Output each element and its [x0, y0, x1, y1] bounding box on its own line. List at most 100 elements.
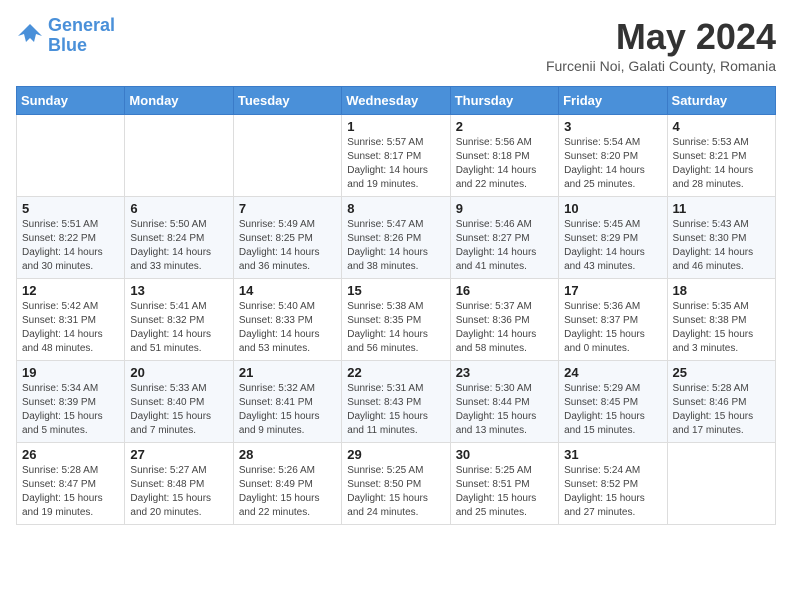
day-number: 4	[673, 119, 770, 134]
calendar-table: Sunday Monday Tuesday Wednesday Thursday…	[16, 86, 776, 525]
day-number: 2	[456, 119, 553, 134]
day-number: 12	[22, 283, 119, 298]
day-number: 7	[239, 201, 336, 216]
col-wednesday: Wednesday	[342, 87, 450, 115]
calendar-cell	[125, 115, 233, 197]
calendar-week-row-1: 1Sunrise: 5:57 AM Sunset: 8:17 PM Daylig…	[17, 115, 776, 197]
day-info: Sunrise: 5:45 AM Sunset: 8:29 PM Dayligh…	[564, 218, 661, 274]
col-saturday: Saturday	[667, 87, 775, 115]
day-info: Sunrise: 5:30 AM Sunset: 8:44 PM Dayligh…	[456, 382, 553, 438]
day-number: 26	[22, 447, 119, 462]
calendar-cell: 12Sunrise: 5:42 AM Sunset: 8:31 PM Dayli…	[17, 279, 125, 361]
day-info: Sunrise: 5:56 AM Sunset: 8:18 PM Dayligh…	[456, 136, 553, 192]
logo-icon	[16, 22, 44, 50]
day-info: Sunrise: 5:46 AM Sunset: 8:27 PM Dayligh…	[456, 218, 553, 274]
day-number: 24	[564, 365, 661, 380]
day-info: Sunrise: 5:36 AM Sunset: 8:37 PM Dayligh…	[564, 300, 661, 356]
logo-text: General Blue	[48, 16, 115, 56]
day-number: 20	[130, 365, 227, 380]
calendar-week-row-4: 19Sunrise: 5:34 AM Sunset: 8:39 PM Dayli…	[17, 361, 776, 443]
col-thursday: Thursday	[450, 87, 558, 115]
calendar-cell: 10 Sunrise: 5:45 AM Sunset: 8:29 PM Dayli…	[559, 197, 667, 279]
day-info: Sunrise: 5:49 AM Sunset: 8:25 PM Dayligh…	[239, 218, 336, 274]
day-info: Sunrise: 5:27 AM Sunset: 8:48 PM Dayligh…	[130, 464, 227, 520]
calendar-cell: 22 Sunrise: 5:31 AM Sunset: 8:43 PM Dayli…	[342, 361, 450, 443]
calendar-cell: 2 Sunrise: 5:56 AM Sunset: 8:18 PM Daylig…	[450, 115, 558, 197]
calendar-cell: 19Sunrise: 5:34 AM Sunset: 8:39 PM Dayli…	[17, 361, 125, 443]
col-tuesday: Tuesday	[233, 87, 341, 115]
day-info: Sunrise: 5:50 AM Sunset: 8:24 PM Dayligh…	[130, 218, 227, 274]
location-subtitle: Furcenii Noi, Galati County, Romania	[546, 58, 776, 74]
title-block: May 2024 Furcenii Noi, Galati County, Ro…	[546, 16, 776, 74]
calendar-week-row-5: 26 Sunrise: 5:28 AM Sunset: 8:47 PM Dayli…	[17, 443, 776, 525]
day-number: 22	[347, 365, 444, 380]
calendar-cell: 29Sunrise: 5:25 AM Sunset: 8:50 PM Dayli…	[342, 443, 450, 525]
logo-line1: General	[48, 15, 115, 35]
day-number: 31	[564, 447, 661, 462]
calendar-cell: 27 Sunrise: 5:27 AM Sunset: 8:48 PM Dayli…	[125, 443, 233, 525]
day-number: 5	[22, 201, 119, 216]
day-number: 28	[239, 447, 336, 462]
col-sunday: Sunday	[17, 87, 125, 115]
calendar-cell: 18Sunrise: 5:35 AM Sunset: 8:38 PM Dayli…	[667, 279, 775, 361]
day-number: 17	[564, 283, 661, 298]
day-info: Sunrise: 5:41 AM Sunset: 8:32 PM Dayligh…	[130, 300, 227, 356]
calendar-cell: 15 Sunrise: 5:38 AM Sunset: 8:35 PM Dayli…	[342, 279, 450, 361]
calendar-cell: 9Sunrise: 5:46 AM Sunset: 8:27 PM Daylig…	[450, 197, 558, 279]
month-title: May 2024	[546, 16, 776, 58]
calendar-cell: 7 Sunrise: 5:49 AM Sunset: 8:25 PM Daylig…	[233, 197, 341, 279]
day-info: Sunrise: 5:40 AM Sunset: 8:33 PM Dayligh…	[239, 300, 336, 356]
day-info: Sunrise: 5:32 AM Sunset: 8:41 PM Dayligh…	[239, 382, 336, 438]
calendar-cell: 4 Sunrise: 5:53 AM Sunset: 8:21 PM Daylig…	[667, 115, 775, 197]
day-number: 16	[456, 283, 553, 298]
calendar-cell: 3Sunrise: 5:54 AM Sunset: 8:20 PM Daylig…	[559, 115, 667, 197]
page-header: General Blue May 2024 Furcenii Noi, Gala…	[16, 16, 776, 74]
calendar-cell: 14 Sunrise: 5:40 AM Sunset: 8:33 PM Dayli…	[233, 279, 341, 361]
day-info: Sunrise: 5:53 AM Sunset: 8:21 PM Dayligh…	[673, 136, 770, 192]
day-number: 8	[347, 201, 444, 216]
day-number: 1	[347, 119, 444, 134]
day-number: 11	[673, 201, 770, 216]
day-number: 3	[564, 119, 661, 134]
day-number: 30	[456, 447, 553, 462]
day-info: Sunrise: 5:35 AM Sunset: 8:38 PM Dayligh…	[673, 300, 770, 356]
day-number: 13	[130, 283, 227, 298]
day-info: Sunrise: 5:28 AM Sunset: 8:47 PM Dayligh…	[22, 464, 119, 520]
calendar-cell: 17 Sunrise: 5:36 AM Sunset: 8:37 PM Dayli…	[559, 279, 667, 361]
calendar-cell	[667, 443, 775, 525]
day-info: Sunrise: 5:29 AM Sunset: 8:45 PM Dayligh…	[564, 382, 661, 438]
calendar-cell	[17, 115, 125, 197]
calendar-cell: 8Sunrise: 5:47 AM Sunset: 8:26 PM Daylig…	[342, 197, 450, 279]
day-number: 27	[130, 447, 227, 462]
day-number: 23	[456, 365, 553, 380]
logo: General Blue	[16, 16, 115, 56]
calendar-cell: 6Sunrise: 5:50 AM Sunset: 8:24 PM Daylig…	[125, 197, 233, 279]
calendar-cell: 13 Sunrise: 5:41 AM Sunset: 8:32 PM Dayli…	[125, 279, 233, 361]
calendar-cell: 23 Sunrise: 5:30 AM Sunset: 8:44 PM Dayli…	[450, 361, 558, 443]
calendar-cell: 1Sunrise: 5:57 AM Sunset: 8:17 PM Daylig…	[342, 115, 450, 197]
calendar-cell: 16Sunrise: 5:37 AM Sunset: 8:36 PM Dayli…	[450, 279, 558, 361]
day-number: 14	[239, 283, 336, 298]
col-friday: Friday	[559, 87, 667, 115]
day-number: 10	[564, 201, 661, 216]
day-info: Sunrise: 5:38 AM Sunset: 8:35 PM Dayligh…	[347, 300, 444, 356]
calendar-cell: 31Sunrise: 5:24 AM Sunset: 8:52 PM Dayli…	[559, 443, 667, 525]
day-number: 19	[22, 365, 119, 380]
logo-line2: Blue	[48, 35, 87, 55]
calendar-cell: 20 Sunrise: 5:33 AM Sunset: 8:40 PM Dayli…	[125, 361, 233, 443]
day-number: 21	[239, 365, 336, 380]
calendar-cell: 24 Sunrise: 5:29 AM Sunset: 8:45 PM Dayli…	[559, 361, 667, 443]
day-info: Sunrise: 5:25 AM Sunset: 8:51 PM Dayligh…	[456, 464, 553, 520]
day-info: Sunrise: 5:28 AM Sunset: 8:46 PM Dayligh…	[673, 382, 770, 438]
day-info: Sunrise: 5:31 AM Sunset: 8:43 PM Dayligh…	[347, 382, 444, 438]
calendar-cell: 21 Sunrise: 5:32 AM Sunset: 8:41 PM Dayli…	[233, 361, 341, 443]
calendar-cell: 30 Sunrise: 5:25 AM Sunset: 8:51 PM Dayli…	[450, 443, 558, 525]
day-number: 15	[347, 283, 444, 298]
day-info: Sunrise: 5:26 AM Sunset: 8:49 PM Dayligh…	[239, 464, 336, 520]
day-number: 25	[673, 365, 770, 380]
calendar-week-row-2: 5Sunrise: 5:51 AM Sunset: 8:22 PM Daylig…	[17, 197, 776, 279]
col-monday: Monday	[125, 87, 233, 115]
calendar-cell: 25 Sunrise: 5:28 AM Sunset: 8:46 PM Dayli…	[667, 361, 775, 443]
day-info: Sunrise: 5:33 AM Sunset: 8:40 PM Dayligh…	[130, 382, 227, 438]
day-info: Sunrise: 5:25 AM Sunset: 8:50 PM Dayligh…	[347, 464, 444, 520]
